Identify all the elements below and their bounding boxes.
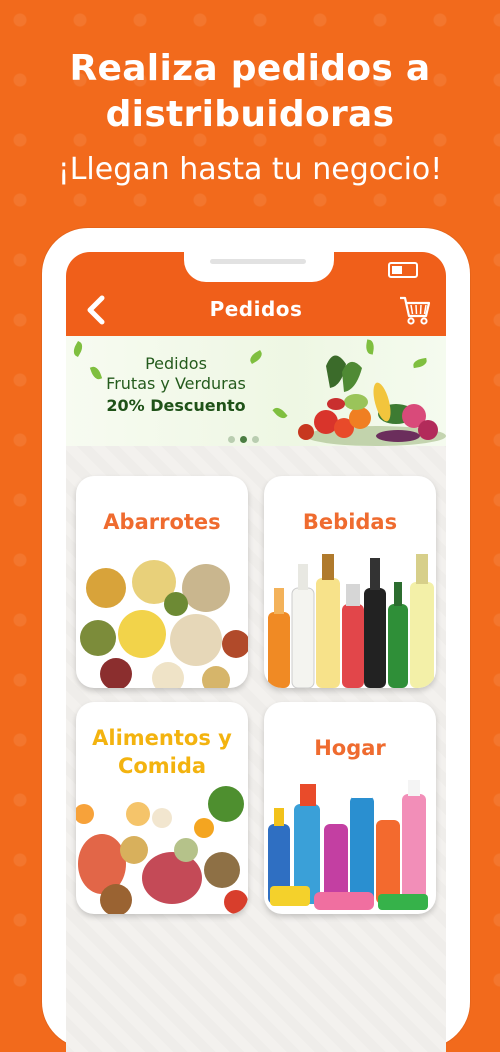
carousel-dot[interactable] xyxy=(252,436,259,443)
status-bar xyxy=(66,252,446,284)
category-card-alimentos[interactable]: Alimentos y Comida xyxy=(76,702,248,914)
phone-screen: Pedidos Pedidos Frutas y Verduras 20% De… xyxy=(66,252,446,1052)
headline-subtitle: ¡Llegan hasta tu negocio! xyxy=(57,152,443,187)
category-card-abarrotes[interactable]: Abarrotes xyxy=(76,476,248,688)
banner-line-1: Pedidos xyxy=(145,354,207,373)
category-label: Bebidas xyxy=(302,510,398,534)
vegetables-image xyxy=(298,355,446,446)
grains-bowls-image xyxy=(80,560,248,688)
cart-button[interactable] xyxy=(398,294,432,326)
promo-banner[interactable]: Pedidos Frutas y Verduras 20% Descuento xyxy=(66,336,446,446)
page-title: Pedidos xyxy=(209,297,303,321)
headline-line-2: distribuidoras xyxy=(105,94,395,135)
category-label: Hogar xyxy=(314,736,386,760)
banner-text: Pedidos Frutas y Verduras 20% Descuento xyxy=(106,354,246,418)
app-bar: Pedidos xyxy=(66,284,446,336)
category-card-hogar[interactable]: Hogar xyxy=(264,702,436,914)
speaker-grille xyxy=(210,259,306,264)
battery-icon xyxy=(388,262,418,278)
carousel-dot-active[interactable] xyxy=(240,436,247,443)
headline-line-1: Realiza pedidos a xyxy=(69,48,431,89)
category-grid: Abarrotes Bebidas Alimentos y Comida Hog… xyxy=(66,446,446,1052)
bottles-image xyxy=(268,554,434,688)
phone-mockup: Pedidos Pedidos Frutas y Verduras 20% De… xyxy=(42,228,470,1052)
phone-notch xyxy=(184,252,334,282)
cleaning-products-image xyxy=(268,780,428,910)
banner-discount: 20% Descuento xyxy=(106,396,246,415)
category-label: Abarrotes xyxy=(103,510,221,534)
carousel-indicator xyxy=(228,428,264,446)
category-label-line-1: Alimentos y xyxy=(92,726,232,750)
banner-line-2: Frutas y Verduras xyxy=(106,374,246,393)
carousel-dot[interactable] xyxy=(228,436,235,443)
promo-headline: Realiza pedidos a distribuidoras ¡Llegan… xyxy=(0,46,500,190)
category-label: Alimentos y Comida xyxy=(76,724,248,780)
category-card-bebidas[interactable]: Bebidas xyxy=(264,476,436,688)
shopping-cart-icon xyxy=(400,296,431,325)
food-image xyxy=(76,786,248,914)
